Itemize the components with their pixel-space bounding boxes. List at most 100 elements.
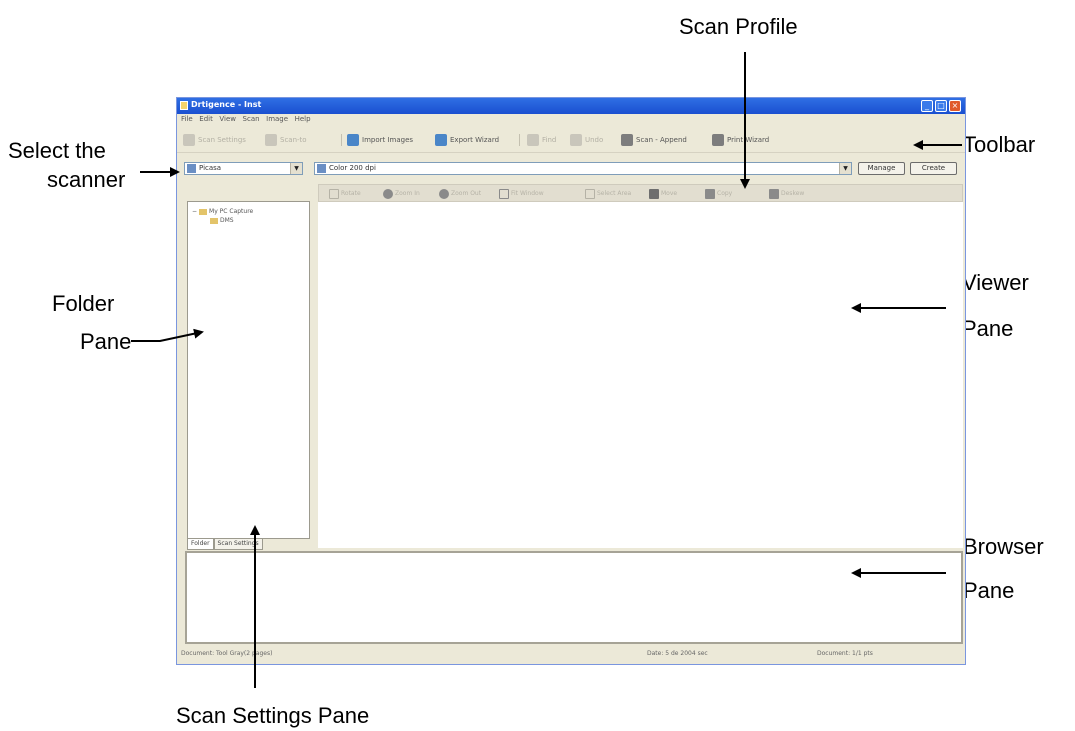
folder-pane-header xyxy=(187,189,310,199)
app-icon xyxy=(180,101,188,110)
menu-file[interactable]: File xyxy=(181,114,193,125)
export-icon xyxy=(435,134,447,146)
undo-label: Undo xyxy=(585,136,604,144)
main-toolbar: Scan Settings Scan-to Import Images Expo… xyxy=(177,128,965,153)
select-scanner-callout-line1: Select the xyxy=(8,138,106,163)
viewer-toolbar: Rotate Zoom In Zoom Out Fit Window Selec… xyxy=(318,184,963,202)
import-icon xyxy=(347,134,359,146)
status-right: Document: 1/1 pts xyxy=(817,650,873,657)
zoom-out-button[interactable]: Zoom Out xyxy=(439,188,481,199)
print-wizard-button[interactable]: Print Wizard xyxy=(712,133,769,147)
select-area-label: Select Area xyxy=(597,190,632,197)
tree-root[interactable]: − My PC Capture xyxy=(192,208,253,215)
scan-append-label: Scan - Append xyxy=(636,136,687,144)
tree-root-label: My PC Capture xyxy=(209,208,254,215)
export-wizard-label: Export Wizard xyxy=(450,136,500,144)
import-images-button[interactable]: Import Images xyxy=(347,133,413,147)
menu-edit[interactable]: Edit xyxy=(199,114,213,125)
browser-pane-callout-line1: Browser xyxy=(963,534,1044,559)
viewer-pane[interactable] xyxy=(318,202,963,548)
menu-view[interactable]: View xyxy=(219,114,236,125)
scanner-select-value: Picasa xyxy=(199,164,222,172)
browser-pane[interactable] xyxy=(185,551,963,644)
scan-settings-button[interactable]: Scan Settings xyxy=(183,133,246,147)
folder-icon xyxy=(210,217,218,224)
menu-scan[interactable]: Scan xyxy=(243,114,260,125)
select-area-button[interactable]: Select Area xyxy=(585,188,631,199)
zoom-out-icon xyxy=(439,188,449,199)
scan-profile-callout: Scan Profile xyxy=(679,14,798,39)
tab-scan-settings[interactable]: Scan Settings xyxy=(213,539,263,550)
scanner-icon xyxy=(183,134,195,146)
title-bar[interactable]: Drtigence - Inst _ □ × xyxy=(177,98,965,114)
minimize-icon[interactable]: _ xyxy=(921,100,933,112)
folder-pane-callout-line2: Pane xyxy=(80,329,132,354)
scanner-select[interactable]: Picasa ▼ xyxy=(184,162,303,175)
zoom-out-label: Zoom Out xyxy=(451,190,482,197)
zoom-in-button[interactable]: Zoom In xyxy=(383,188,420,199)
viewer-pane-callout-line2: Pane xyxy=(962,316,1014,341)
undo-icon xyxy=(570,134,582,146)
tree-child[interactable]: DMS xyxy=(210,217,234,224)
menu-bar: File Edit View Scan Image Help xyxy=(177,114,965,125)
fit-icon xyxy=(499,188,509,199)
find-button[interactable]: Find xyxy=(527,133,556,147)
viewer-pane-callout-line1: Viewer xyxy=(962,270,1029,295)
application-window: Drtigence - Inst _ □ × File Edit View Sc… xyxy=(176,97,966,665)
print-wizard-label: Print Wizard xyxy=(727,136,770,144)
menu-image[interactable]: Image xyxy=(266,114,288,125)
deskew-icon xyxy=(769,188,779,199)
rotate-button[interactable]: Rotate xyxy=(329,188,361,199)
scan-to-label: Scan-to xyxy=(280,136,307,144)
manage-button[interactable]: Manage xyxy=(858,162,905,175)
menu-help[interactable]: Help xyxy=(295,114,311,125)
undo-button[interactable]: Undo xyxy=(570,133,603,147)
scan-profile-select[interactable]: Color 200 dpi ▼ xyxy=(314,162,852,175)
folder-pane-callout-line1: Folder xyxy=(52,291,115,316)
zoom-in-label: Zoom In xyxy=(395,190,420,197)
scan-settings-pane-callout: Scan Settings Pane xyxy=(176,703,370,728)
scanner-icon xyxy=(187,164,196,173)
browser-pane-callout-line2: Pane xyxy=(963,578,1015,603)
print-icon xyxy=(712,134,724,146)
fit-window-label: Fit Window xyxy=(511,190,544,197)
chevron-down-icon[interactable]: ▼ xyxy=(290,163,302,174)
scan-to-icon xyxy=(265,134,277,146)
window-title: Drtigence - Inst xyxy=(191,100,262,109)
copy-button[interactable]: Copy xyxy=(705,188,732,199)
scan-to-button[interactable]: Scan-to xyxy=(265,133,307,147)
tab-folder[interactable]: Folder xyxy=(187,539,214,550)
export-wizard-button[interactable]: Export Wizard xyxy=(435,133,499,147)
deskew-button[interactable]: Deskew xyxy=(769,188,804,199)
zoom-in-icon xyxy=(383,188,393,199)
create-button[interactable]: Create xyxy=(910,162,957,175)
copy-label: Copy xyxy=(717,190,733,197)
scan-profile-value: Color 200 dpi xyxy=(329,164,376,172)
profile-icon xyxy=(317,164,326,173)
scan-append-button[interactable]: Scan - Append xyxy=(621,133,687,147)
deskew-label: Deskew xyxy=(781,190,805,197)
expand-icon[interactable]: − xyxy=(192,208,197,215)
import-images-label: Import Images xyxy=(362,136,414,144)
close-icon[interactable]: × xyxy=(949,100,961,112)
find-icon xyxy=(527,134,539,146)
rotate-icon xyxy=(329,188,339,199)
toolbar-callout: Toolbar xyxy=(963,132,1036,157)
status-middle: Date: 5 de 2004 sec xyxy=(647,650,708,657)
append-icon xyxy=(621,134,633,146)
tree-child-label: DMS xyxy=(220,217,234,224)
status-bar: Document: Tool Gray(2 pages) Date: 5 de … xyxy=(177,646,965,664)
folder-pane: − My PC Capture DMS xyxy=(187,201,310,539)
move-button[interactable]: Move xyxy=(649,188,677,199)
move-icon xyxy=(649,188,659,199)
maximize-icon[interactable]: □ xyxy=(935,100,947,112)
select-icon xyxy=(585,188,595,199)
toolbar-separator xyxy=(519,134,520,146)
chevron-down-icon[interactable]: ▼ xyxy=(839,163,851,174)
folder-tabs: Folder Scan Settings xyxy=(187,539,263,550)
folder-icon xyxy=(199,208,208,215)
move-label: Move xyxy=(661,190,678,197)
toolbar-separator xyxy=(341,134,342,146)
fit-window-button[interactable]: Fit Window xyxy=(499,188,544,199)
copy-icon xyxy=(705,188,715,199)
